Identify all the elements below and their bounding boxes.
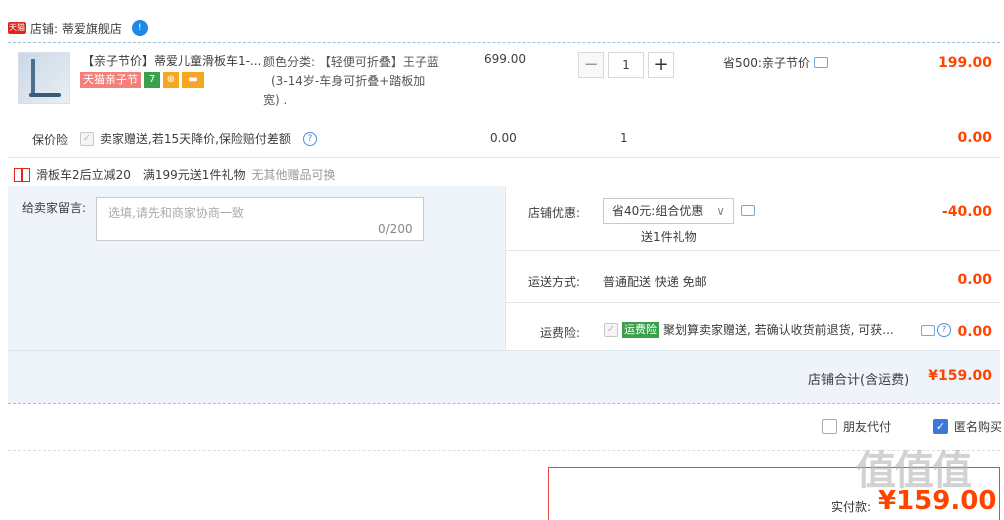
divider <box>506 250 1000 251</box>
final-label: 实付款: <box>831 500 872 514</box>
divider <box>8 42 1000 43</box>
chat-wangwang-icon[interactable]: ! <box>131 20 148 36</box>
sku-line: 颜色分类: 【轻便可折叠】王子蓝 <box>263 55 439 69</box>
watermark: 值值值 <box>856 448 972 494</box>
credit-card-icon: ▬ <box>182 72 204 88</box>
friend-pay-checkbox[interactable] <box>822 419 837 434</box>
shield-icon: ⊕ <box>163 72 179 88</box>
product-total: 199.00 <box>937 55 992 71</box>
insurance-total: 0.00 <box>957 130 992 146</box>
sku-line: 宽) . <box>263 93 288 107</box>
freight-insurance-icons: ? <box>921 323 951 337</box>
shop-discount-label: 店铺优惠: <box>528 206 581 220</box>
increase-button[interactable]: + <box>648 52 674 78</box>
freight-insurance-tag: 运费险 <box>622 321 659 338</box>
tmall-icon: 天猫 <box>8 22 26 34</box>
sku-line: (3-14岁-车身可折叠+踏板加 <box>271 74 426 88</box>
insurance-price: 0.00 <box>490 131 517 145</box>
divider <box>506 302 1000 303</box>
freight-insurance-text: 聚划算卖家赠送, 若确认收货前退货, 可获... <box>663 323 894 337</box>
promo-tag: 天猫亲子节 <box>80 72 141 88</box>
divider <box>8 450 1000 451</box>
shipping-label: 运送方式: <box>528 275 581 289</box>
insurance-label: 保价险 <box>32 133 69 147</box>
seven-day-return-icon: 7 <box>144 72 160 88</box>
product-tags: 天猫亲子节 7 ⊕ ▬ <box>80 72 204 88</box>
insurance-option: ✓ 卖家赠送,若15天降价,保险赔付差额 ? <box>80 130 317 147</box>
promo-note: 无其他赠品可换 <box>251 168 336 182</box>
memo-label: 给卖家留言: <box>22 201 87 215</box>
freight-insurance-amount: 0.00 <box>957 324 992 340</box>
subtotal-label: 店铺合计(含运费) <box>808 373 910 388</box>
promo-line: 滑板车2后立减20 满199元送1件礼物 无其他赠品可换 <box>14 166 335 183</box>
divider <box>8 350 1000 351</box>
discount-amount: -40.00 <box>941 204 992 220</box>
promo-text: 滑板车2后立减20 <box>36 168 131 182</box>
shop-discount-select[interactable]: 省40元:组合优惠 ∨ <box>603 198 734 224</box>
divider <box>8 157 1000 158</box>
product-title-link[interactable]: 【亲子节价】蒂爱儿童滑板车1-... <box>82 53 260 69</box>
memo-placeholder: 选填,请先和商家协商一致 <box>108 206 244 220</box>
unit-price: 699.00 <box>484 52 526 66</box>
product-thumbnail[interactable] <box>18 52 70 104</box>
sku-info: 颜色分类: 【轻便可折叠】王子蓝 (3-14岁-车身可折叠+踏板加 宽) . <box>263 53 453 110</box>
help-icon[interactable]: ? <box>937 323 951 337</box>
divider <box>8 403 1000 404</box>
comment-icon[interactable] <box>741 205 755 216</box>
discount-value: 省40元:组合优惠 <box>612 204 704 218</box>
friend-pay-label[interactable]: 朋友代付 <box>843 418 891 435</box>
freight-insurance-option: ✓ 运费险 聚划算卖家赠送, 若确认收货前退货, 可获... <box>604 321 894 338</box>
anonymous-label[interactable]: 匿名购买 <box>954 418 1002 435</box>
anonymous-checkbox[interactable]: ✓ <box>933 419 949 434</box>
quantity-input[interactable]: 1 <box>608 52 644 78</box>
shop-name-link[interactable]: 店铺: 蒂爱旗舰店 <box>30 20 122 37</box>
comment-icon[interactable] <box>921 324 935 336</box>
freight-insurance-checkbox[interactable]: ✓ <box>604 322 618 337</box>
savings-text: 省500:亲子节价 <box>723 56 810 70</box>
decrease-button[interactable]: − <box>578 52 604 78</box>
shipping-method: 普通配送 快递 免邮 <box>603 275 707 289</box>
shop-header: 天猫 店铺: 蒂爱旗舰店 ! <box>8 18 148 38</box>
help-icon[interactable]: ? <box>302 131 317 146</box>
insurance-text: 卖家赠送,若15天降价,保险赔付差额 <box>100 132 291 146</box>
insurance-qty: 1 <box>620 131 628 145</box>
quantity-stepper: − 1 + <box>578 52 674 80</box>
purchase-options: 朋友代付 ✓ 匿名购买 <box>822 418 1002 435</box>
comment-icon[interactable] <box>813 57 828 68</box>
freight-insurance-label: 运费险: <box>540 326 581 340</box>
subtotal-value: ¥159.00 <box>928 368 992 384</box>
savings-info: 省500:亲子节价 <box>723 54 828 71</box>
insurance-checkbox[interactable]: ✓ <box>80 131 94 146</box>
shipping-amount: 0.00 <box>957 272 992 288</box>
gift-icon <box>14 167 30 182</box>
gift-note: 送1件礼物 <box>641 230 697 244</box>
promo-text: 满199元送1件礼物 <box>142 168 246 182</box>
chevron-down-icon: ∨ <box>716 204 725 218</box>
char-counter: 0/200 <box>378 222 413 236</box>
